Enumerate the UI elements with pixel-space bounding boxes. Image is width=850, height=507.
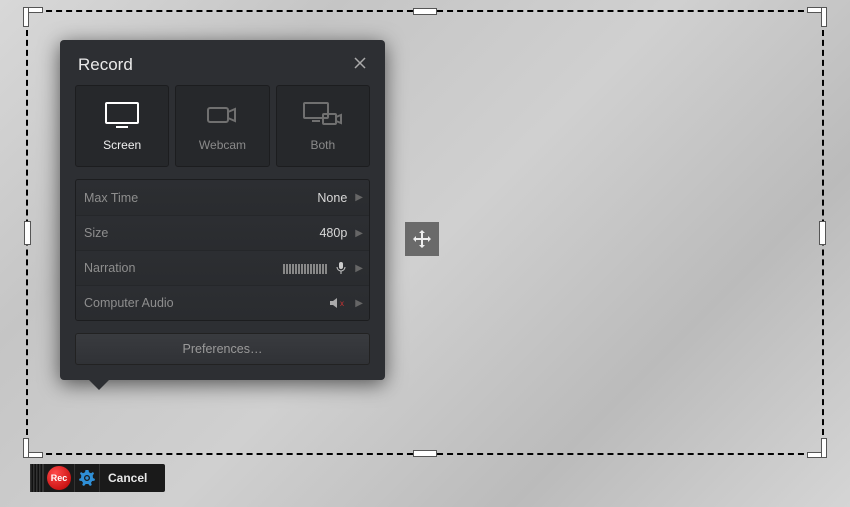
preferences-label: Preferences… <box>183 342 263 356</box>
audio-level-meter <box>283 262 327 274</box>
chevron-right-icon: ▶ <box>355 228 363 239</box>
source-option-webcam[interactable]: Webcam <box>175 85 269 167</box>
chevron-right-icon: ▶ <box>355 263 363 274</box>
screen-icon <box>102 100 142 130</box>
resize-handle-top[interactable] <box>414 9 436 14</box>
setting-max-time[interactable]: Max Time None ▶ <box>76 180 369 215</box>
panel-pointer <box>88 379 110 390</box>
panel-title: Record <box>78 55 133 75</box>
chevron-right-icon: ▶ <box>355 298 363 309</box>
chevron-right-icon: ▶ <box>355 192 363 203</box>
move-icon <box>412 229 432 249</box>
resize-handle-left[interactable] <box>25 222 30 244</box>
setting-computer-audio[interactable]: Computer Audio x ▶ <box>76 285 369 320</box>
record-button[interactable]: Rec <box>44 464 74 492</box>
microphone-icon <box>335 261 347 275</box>
cancel-button[interactable]: Cancel <box>100 471 155 485</box>
close-button[interactable] <box>353 54 367 75</box>
both-icon <box>301 100 345 130</box>
setting-size[interactable]: Size 480p ▶ <box>76 215 369 250</box>
setting-value: 480p <box>319 226 347 240</box>
gear-icon <box>79 470 95 486</box>
source-option-both[interactable]: Both <box>276 85 370 167</box>
speaker-muted-icon: x <box>329 296 347 310</box>
close-icon <box>353 56 367 70</box>
move-handle[interactable] <box>405 222 439 256</box>
setting-label: Computer Audio <box>84 296 174 310</box>
resize-handle-right[interactable] <box>820 222 825 244</box>
source-label: Screen <box>103 138 141 152</box>
source-option-screen[interactable]: Screen <box>75 85 169 167</box>
record-panel: Record Screen Webcam <box>60 40 385 380</box>
webcam-icon <box>202 100 242 130</box>
resize-handle-bottom[interactable] <box>414 451 436 456</box>
setting-value: None <box>317 191 347 205</box>
setting-label: Narration <box>84 261 135 275</box>
source-label: Both <box>310 138 335 152</box>
source-label: Webcam <box>199 138 246 152</box>
resize-handle-bottom-left[interactable] <box>24 437 44 457</box>
resize-handle-top-left[interactable] <box>24 8 44 28</box>
svg-text:x: x <box>340 299 344 308</box>
preferences-button[interactable]: Preferences… <box>75 333 370 365</box>
toolbar-grip[interactable] <box>30 464 44 492</box>
resize-handle-bottom-right[interactable] <box>806 437 826 457</box>
record-icon: Rec <box>47 466 71 490</box>
settings-button[interactable] <box>74 464 100 492</box>
setting-narration[interactable]: Narration ▶ <box>76 250 369 285</box>
resize-handle-top-right[interactable] <box>806 8 826 28</box>
recorder-toolbar: Rec Cancel <box>30 464 165 492</box>
setting-label: Size <box>84 226 108 240</box>
setting-label: Max Time <box>84 191 138 205</box>
